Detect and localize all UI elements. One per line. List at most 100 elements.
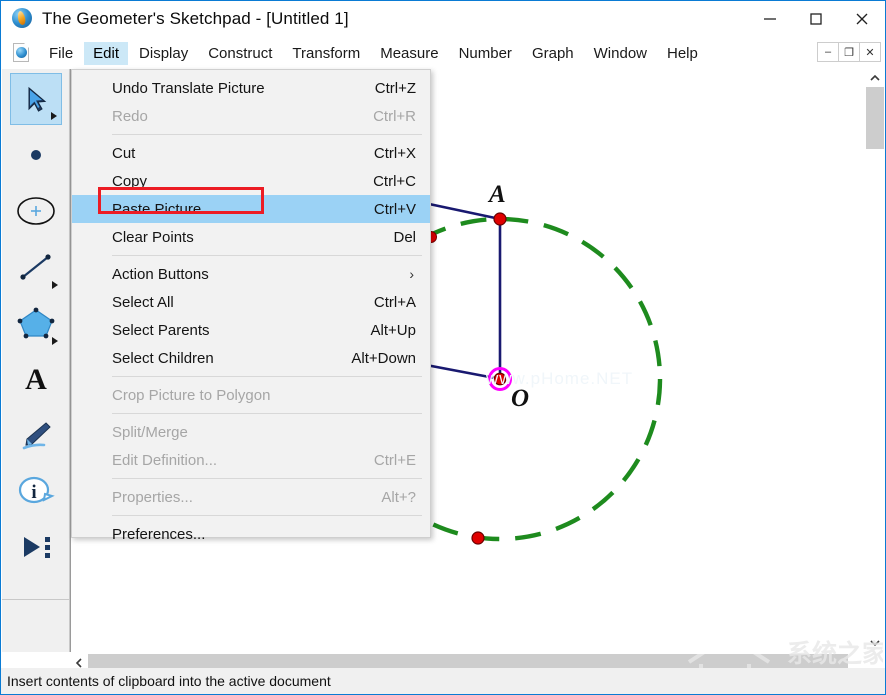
chevron-up-icon[interactable]	[866, 69, 884, 87]
title-bar: The Geometer's Sketchpad - [Untitled 1]	[1, 1, 885, 37]
tool-submenu-arrow-icon[interactable]	[50, 112, 57, 120]
menu-item-accel: Del	[393, 228, 416, 246]
menu-edit[interactable]: Edit	[84, 41, 129, 65]
menu-item-paste-picture[interactable]: Paste Picture Ctrl+V	[72, 195, 430, 223]
menu-separator	[112, 413, 422, 414]
vertical-scroll-track[interactable]	[866, 87, 884, 634]
menu-item-edit-definition[interactable]: Edit Definition... Ctrl+E	[72, 446, 430, 474]
chevron-down-icon[interactable]	[866, 634, 884, 652]
arrow-select-tool[interactable]	[9, 73, 62, 125]
menu-item-accel: Alt+Up	[370, 321, 416, 339]
straightedge-tool[interactable]	[10, 241, 62, 293]
mdi-restore-button[interactable]: ❐	[838, 42, 860, 62]
close-icon[interactable]	[839, 1, 885, 37]
menu-item-accel: Ctrl+Z	[374, 79, 416, 97]
menu-item-accel: Ctrl+A	[373, 293, 416, 311]
letter-a-icon: A	[25, 363, 47, 396]
menu-item-preferences[interactable]: Preferences...	[72, 520, 430, 548]
mdi-close-button[interactable]: ✕	[859, 42, 881, 62]
menu-item-label: Select Children	[112, 349, 214, 367]
information-tool[interactable]: i	[10, 465, 62, 517]
mdi-child-window-controls: – ❐ ✕	[817, 42, 881, 62]
menu-separator	[112, 515, 422, 516]
menu-transform[interactable]: Transform	[283, 42, 369, 65]
menu-item-clear-points[interactable]: Clear Points Del	[72, 223, 430, 251]
marker-pen-icon	[22, 422, 51, 450]
menu-measure[interactable]: Measure	[371, 42, 447, 65]
vertical-scroll-thumb[interactable]	[866, 87, 884, 149]
menu-help[interactable]: Help	[658, 42, 707, 65]
menu-separator	[112, 134, 422, 135]
menu-item-select-children[interactable]: Select Children Alt+Down	[72, 344, 430, 372]
status-message: Insert contents of clipboard into the ac…	[7, 673, 331, 689]
menu-item-label: Cut	[112, 144, 136, 162]
tool-submenu-arrow-icon[interactable]	[51, 281, 58, 289]
menu-item-split-merge[interactable]: Split/Merge	[72, 418, 430, 446]
toolbox-panel: A i	[2, 69, 70, 652]
menu-item-accel: Ctrl+C	[373, 172, 416, 190]
point-tool[interactable]	[10, 129, 62, 181]
compass-circle-tool[interactable]	[10, 185, 62, 237]
menu-item-accel: Ctrl+X	[373, 144, 416, 162]
marker-tool[interactable]	[10, 409, 62, 461]
line-segment-icon	[19, 254, 51, 280]
point-a-label[interactable]: A	[487, 181, 506, 208]
menu-number[interactable]: Number	[450, 42, 521, 65]
polygon-tool[interactable]	[10, 297, 62, 349]
edit-menu-popup[interactable]: Undo Translate Picture Ctrl+Z Redo Ctrl+…	[71, 69, 431, 543]
circle-plus-icon	[16, 197, 55, 225]
play-dots-icon	[23, 537, 50, 558]
menu-separator	[112, 376, 422, 377]
point-o-label[interactable]: O	[511, 385, 529, 412]
tool-submenu-arrow-icon[interactable]	[51, 337, 58, 345]
info-balloon-icon: i	[18, 476, 55, 504]
menu-graph[interactable]: Graph	[523, 42, 583, 65]
menu-item-label: Clear Points	[112, 228, 194, 246]
menu-window[interactable]: Window	[585, 42, 656, 65]
menu-item-select-all[interactable]: Select All Ctrl+A	[72, 288, 430, 316]
menu-item-label: Copy	[112, 172, 148, 190]
custom-tool[interactable]	[10, 521, 62, 573]
menu-item-accel: Ctrl+E	[373, 451, 416, 469]
document-icon	[13, 43, 31, 63]
menu-display[interactable]: Display	[130, 42, 197, 65]
menu-item-undo[interactable]: Undo Translate Picture Ctrl+Z	[72, 74, 430, 102]
menu-file[interactable]: File	[40, 42, 82, 65]
menu-item-label: Select All	[112, 293, 174, 311]
sketchpad-logo-icon	[12, 8, 34, 30]
status-bar: Insert contents of clipboard into the ac…	[1, 668, 885, 694]
menu-item-redo[interactable]: Redo Ctrl+R	[72, 102, 430, 130]
svg-text:i: i	[31, 482, 36, 503]
point-o[interactable]	[493, 372, 507, 386]
menu-item-accel: Ctrl+V	[373, 200, 416, 218]
menu-item-crop-picture-to-polygon[interactable]: Crop Picture to Polygon	[72, 381, 430, 409]
vertical-scrollbar[interactable]	[866, 69, 884, 652]
point-a[interactable]	[493, 212, 507, 226]
svg-text:A: A	[25, 363, 47, 396]
point-on-circle[interactable]	[471, 531, 485, 545]
menu-item-accel: Ctrl+R	[373, 107, 416, 125]
menu-item-label: Edit Definition...	[112, 451, 218, 469]
menu-item-label: Action Buttons	[112, 265, 209, 283]
menu-item-action-buttons[interactable]: Action Buttons ›	[72, 260, 430, 288]
menu-item-properties[interactable]: Properties... Alt+?	[72, 483, 430, 511]
menu-construct[interactable]: Construct	[199, 42, 281, 65]
mdi-minimize-button[interactable]: –	[817, 42, 839, 62]
menu-item-cut[interactable]: Cut Ctrl+X	[72, 139, 430, 167]
maximize-icon[interactable]	[793, 1, 839, 37]
menu-item-label: Redo	[112, 107, 148, 125]
text-tool[interactable]: A	[10, 353, 62, 405]
menu-item-accel: Alt+?	[381, 488, 416, 506]
window-controls	[747, 1, 885, 37]
menu-item-label: Crop Picture to Polygon	[112, 386, 271, 404]
minimize-icon[interactable]	[747, 1, 793, 37]
menu-item-select-parents[interactable]: Select Parents Alt+Up	[72, 316, 430, 344]
menu-bar: File Edit Display Construct Transform Me…	[1, 37, 885, 69]
window-title: The Geometer's Sketchpad - [Untitled 1]	[42, 9, 349, 28]
menu-separator	[112, 478, 422, 479]
menu-item-label: Preferences...	[112, 525, 206, 543]
menu-item-label: Split/Merge	[112, 423, 188, 441]
menu-item-copy[interactable]: Copy Ctrl+C	[72, 167, 430, 195]
toolbox-divider	[2, 599, 69, 600]
menu-item-label: Paste Picture	[112, 200, 202, 218]
